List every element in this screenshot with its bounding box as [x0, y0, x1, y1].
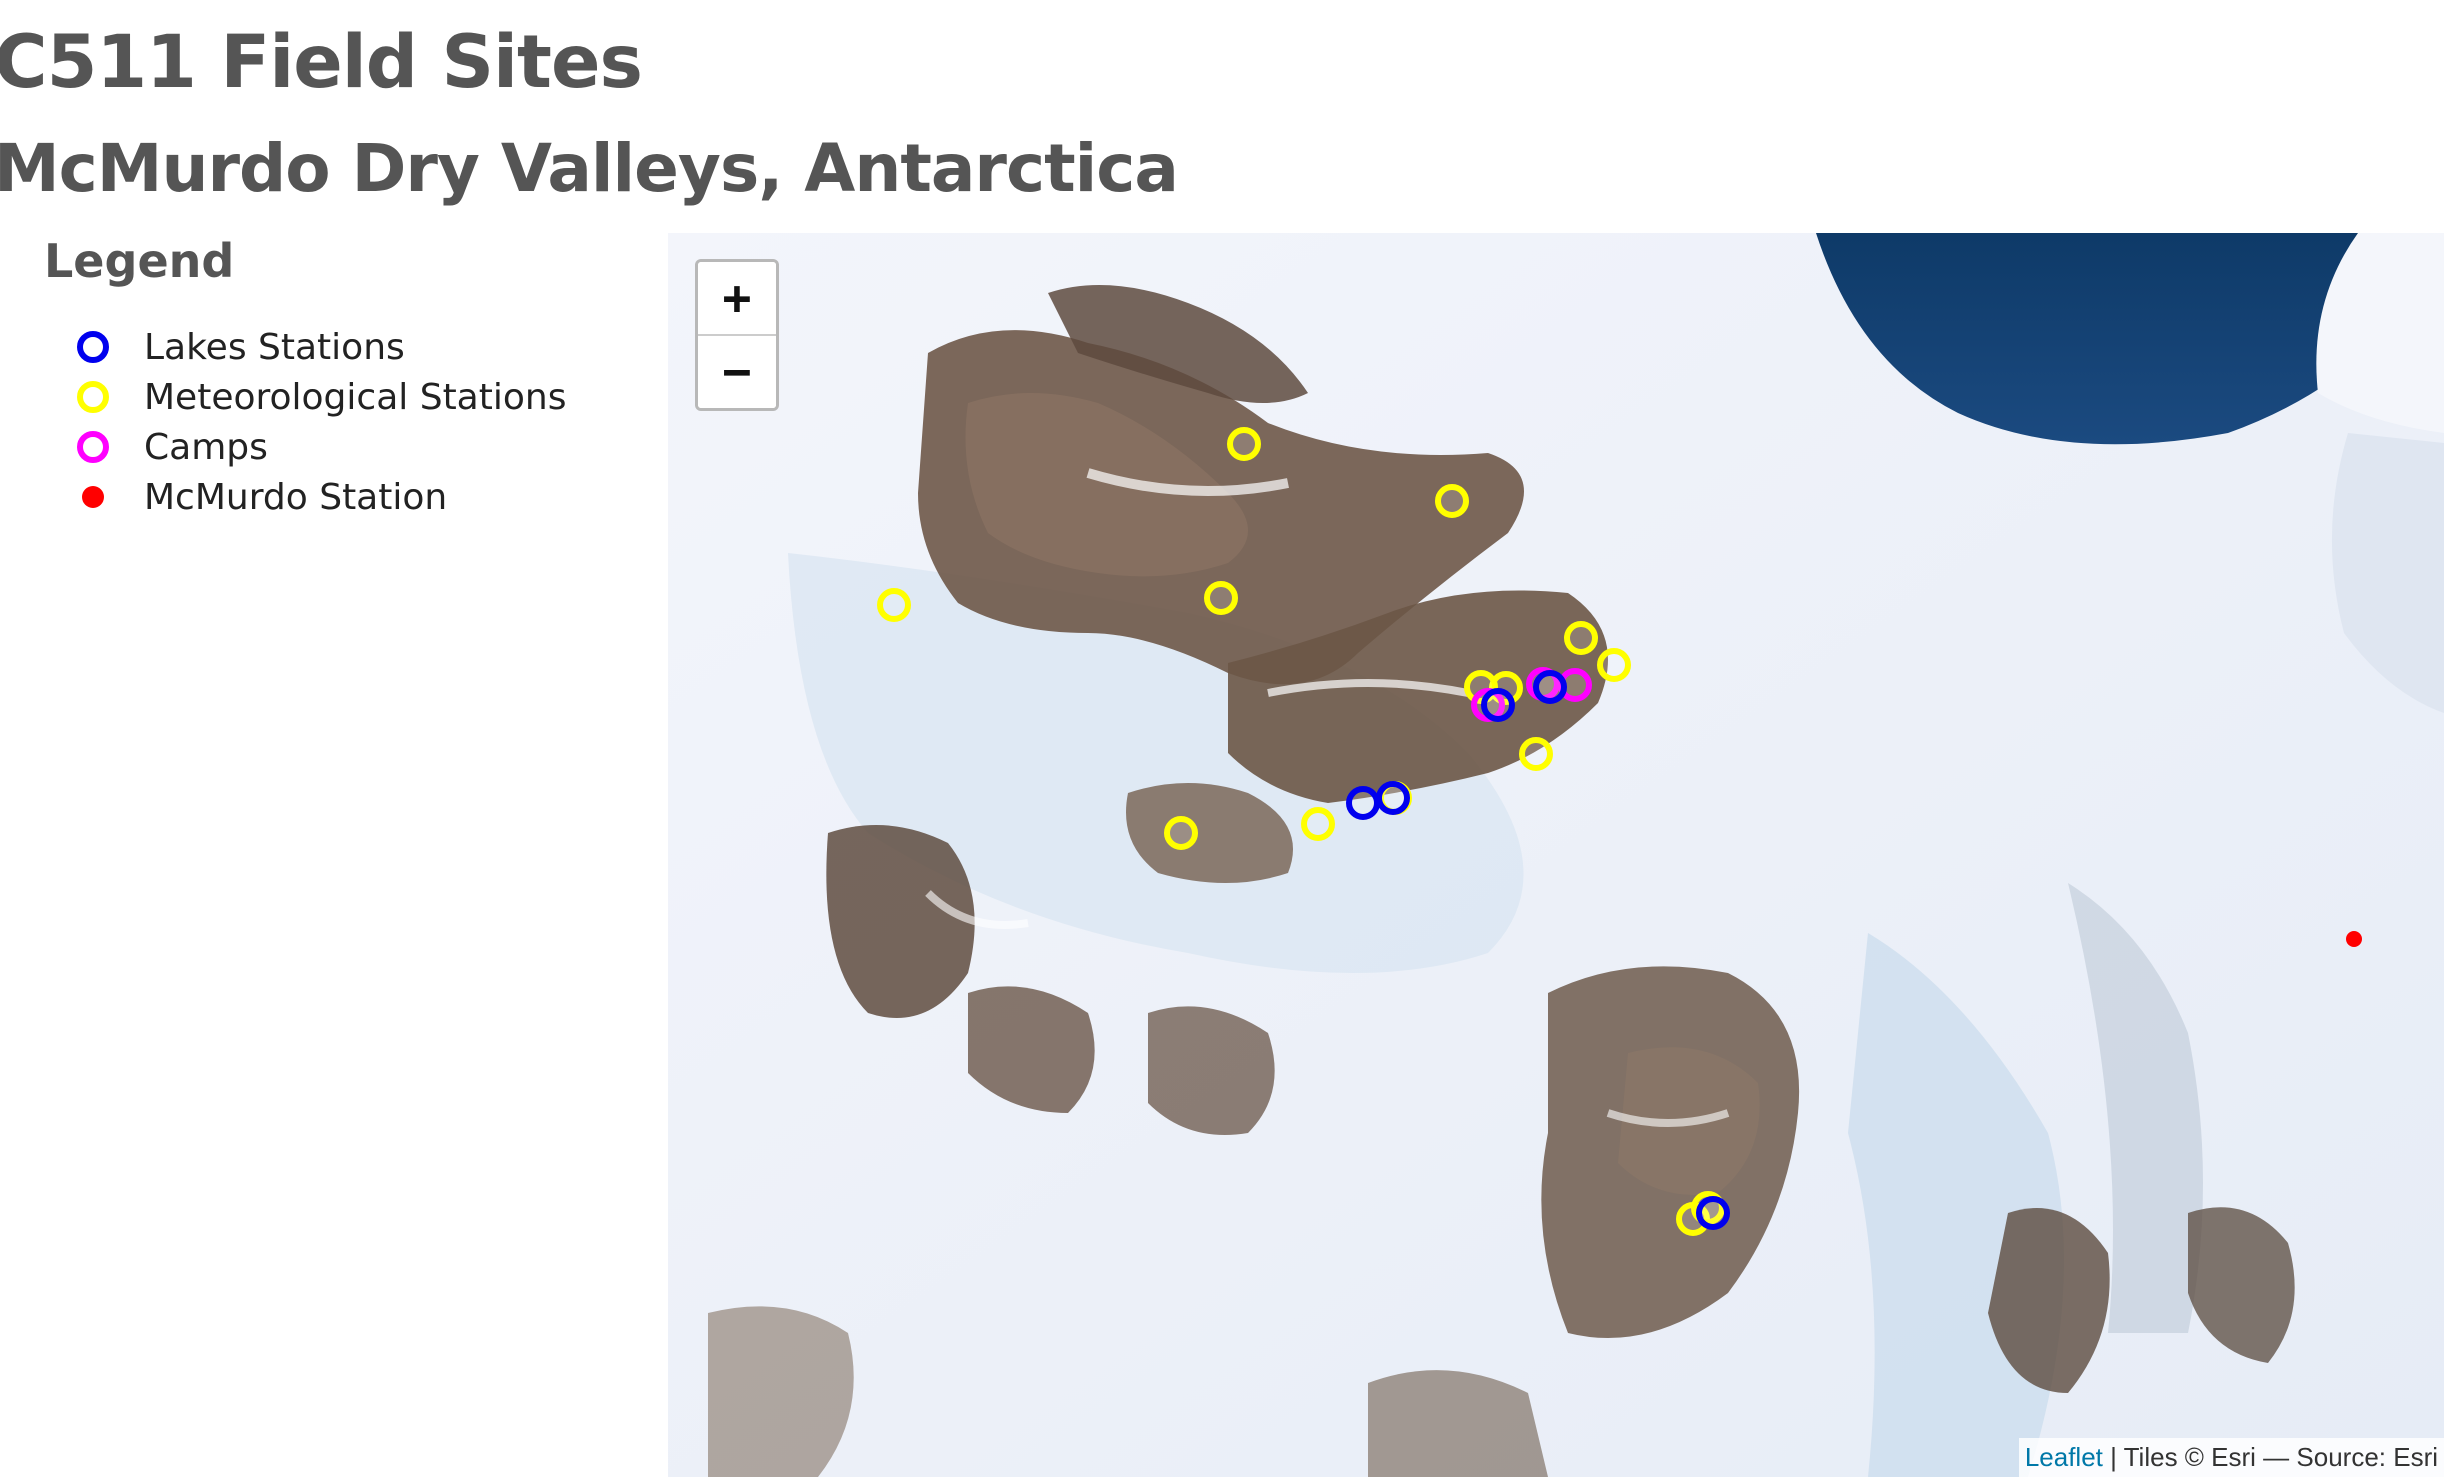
- lakes-station-marker[interactable]: [1346, 786, 1380, 820]
- mcmurdo-station-marker[interactable]: [2346, 931, 2362, 947]
- page-title: C511 Field Sites: [0, 20, 643, 105]
- leaflet-link[interactable]: Leaflet: [2025, 1442, 2103, 1472]
- page-subtitle: McMurdo Dry Valleys, Antarctica: [0, 130, 1179, 207]
- legend-label: McMurdo Station: [144, 476, 448, 518]
- meteorological-station-ring-icon: [70, 374, 116, 420]
- legend-item-mcmurdo-station: McMurdo Station: [70, 472, 566, 522]
- meteorological-station-marker[interactable]: [1435, 484, 1469, 518]
- lakes-station-marker[interactable]: [1481, 688, 1515, 722]
- attribution-text: | Tiles © Esri — Source: Esri: [2102, 1442, 2438, 1472]
- page: C511 Field Sites McMurdo Dry Valleys, An…: [0, 0, 2444, 1477]
- meteorological-station-marker[interactable]: [1597, 648, 1631, 682]
- meteorological-station-marker[interactable]: [1564, 621, 1598, 655]
- lakes-station-marker[interactable]: [1696, 1196, 1730, 1230]
- legend: Lakes Stations Meteorological Stations C…: [70, 322, 566, 522]
- map-markers: [668, 233, 2444, 1477]
- lakes-station-marker[interactable]: [1533, 670, 1567, 704]
- legend-item-meteorological-stations: Meteorological Stations: [70, 372, 566, 422]
- meteorological-station-marker[interactable]: [1519, 737, 1553, 771]
- lakes-station-ring-icon: [70, 324, 116, 370]
- lakes-station-marker[interactable]: [1376, 781, 1410, 815]
- zoom-control: + −: [695, 259, 779, 411]
- legend-item-lakes-stations: Lakes Stations: [70, 322, 566, 372]
- map-viewport[interactable]: + − Leaflet | Tiles © Esri — Source: Esr…: [668, 233, 2444, 1477]
- legend-item-camps: Camps: [70, 422, 566, 472]
- zoom-out-button[interactable]: −: [698, 334, 776, 408]
- legend-label: Lakes Stations: [144, 326, 405, 368]
- zoom-in-button[interactable]: +: [698, 262, 776, 334]
- legend-heading: Legend: [44, 234, 235, 288]
- meteorological-station-marker[interactable]: [1227, 427, 1261, 461]
- mcmurdo-station-dot-icon: [70, 474, 116, 520]
- map-attribution: Leaflet | Tiles © Esri — Source: Esri: [2018, 1438, 2444, 1477]
- camp-ring-icon: [70, 424, 116, 470]
- legend-label: Camps: [144, 426, 268, 468]
- meteorological-station-marker[interactable]: [877, 588, 911, 622]
- meteorological-station-marker[interactable]: [1164, 816, 1198, 850]
- legend-label: Meteorological Stations: [144, 376, 567, 418]
- meteorological-station-marker[interactable]: [1204, 581, 1238, 615]
- meteorological-station-marker[interactable]: [1301, 807, 1335, 841]
